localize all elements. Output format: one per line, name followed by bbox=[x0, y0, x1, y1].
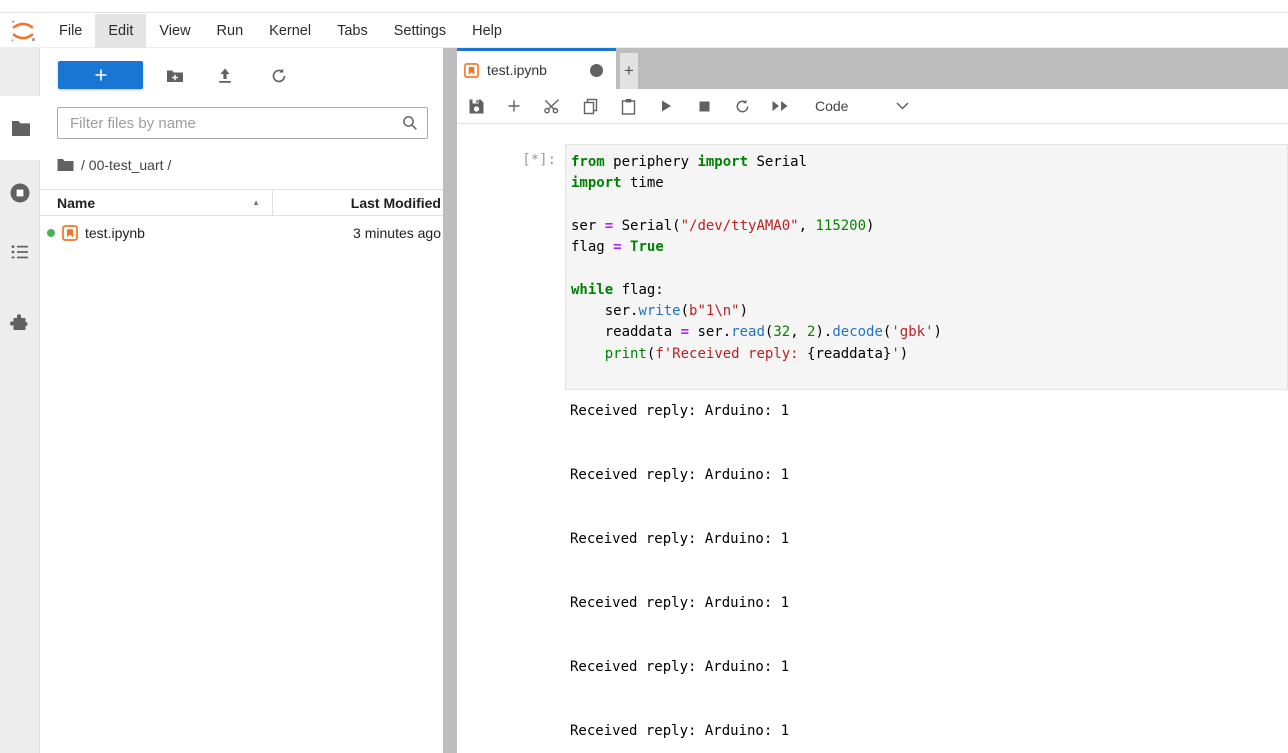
unsaved-changes-dot[interactable] bbox=[590, 64, 603, 77]
sidebar-tab-file-browser[interactable] bbox=[0, 96, 41, 160]
code-cell: [*]: from periphery import Serialimport … bbox=[457, 144, 1288, 390]
cut-cells-button[interactable] bbox=[533, 89, 571, 123]
menu-item-tabs[interactable]: Tabs bbox=[324, 14, 381, 48]
new-folder-button[interactable] bbox=[162, 63, 188, 89]
code-line bbox=[571, 258, 1283, 279]
cell-execution-prompt: [*]: bbox=[457, 144, 565, 390]
refresh-button[interactable] bbox=[266, 63, 292, 89]
cell-type-dropdown[interactable]: Code bbox=[815, 98, 909, 114]
upload-button[interactable] bbox=[212, 63, 238, 89]
insert-cell-button[interactable] bbox=[495, 89, 533, 123]
new-tab-button[interactable]: + bbox=[620, 53, 638, 89]
chevron-down-icon bbox=[896, 102, 909, 110]
save-button[interactable] bbox=[457, 89, 495, 123]
jupyterlab-window: FileEditViewRunKernelTabsSettingsHelp bbox=[0, 0, 1288, 753]
menu-item-view[interactable]: View bbox=[146, 14, 203, 48]
restart-run-all-button[interactable] bbox=[761, 89, 799, 123]
tab-test-ipynb[interactable]: test.ipynb bbox=[457, 48, 616, 89]
notebook-content: [*]: from periphery import Serialimport … bbox=[457, 124, 1288, 753]
file-browser-panel: / 00-test_uart / Name ▲ Last Modified te… bbox=[40, 48, 443, 753]
sidebar-tab-extension-manager[interactable] bbox=[0, 303, 40, 343]
cell-outputs: Received reply: Arduino: 1Received reply… bbox=[570, 401, 1288, 753]
sidebar-tab-running-kernels[interactable] bbox=[0, 173, 40, 213]
search-icon bbox=[401, 114, 419, 132]
notebook-file-icon bbox=[62, 225, 78, 241]
code-line: from periphery import Serial bbox=[571, 152, 1283, 173]
menu-bar: FileEditViewRunKernelTabsSettingsHelp bbox=[0, 14, 1288, 48]
home-folder-icon[interactable] bbox=[57, 158, 74, 172]
file-listing: test.ipynb3 minutes ago bbox=[40, 216, 443, 249]
code-line: while flag: bbox=[571, 280, 1283, 301]
code-line: print(f'Received reply: {readdata}') bbox=[571, 344, 1283, 365]
folder-icon bbox=[11, 120, 31, 137]
notebook-file-icon bbox=[464, 63, 479, 78]
stop-circle-icon bbox=[9, 182, 31, 204]
menu-item-help[interactable]: Help bbox=[459, 14, 515, 48]
code-line: import time bbox=[571, 173, 1283, 194]
browser-clipped-strip bbox=[0, 0, 1288, 13]
file-row[interactable]: test.ipynb3 minutes ago bbox=[40, 216, 443, 249]
menu-item-kernel[interactable]: Kernel bbox=[256, 14, 324, 48]
code-line bbox=[571, 195, 1283, 216]
file-list-header: Name ▲ Last Modified bbox=[40, 189, 443, 216]
sidebar-tab-table-of-contents[interactable] bbox=[0, 232, 40, 272]
stream-output-line: Received reply: Arduino: 1 bbox=[570, 593, 1288, 657]
activity-sidebar bbox=[0, 48, 40, 753]
file-name: test.ipynb bbox=[85, 225, 145, 241]
stream-output-line: Received reply: Arduino: 1 bbox=[570, 465, 1288, 529]
breadcrumb[interactable]: / 00-test_uart / bbox=[57, 155, 171, 175]
dock-tab-bar: test.ipynb + bbox=[457, 48, 1288, 89]
new-launcher-button[interactable] bbox=[58, 61, 143, 89]
code-line: ser = Serial("/dev/ttyAMA0", 115200) bbox=[571, 216, 1283, 237]
menu-item-file[interactable]: File bbox=[46, 14, 95, 48]
toc-icon bbox=[10, 243, 30, 261]
paste-cells-button[interactable] bbox=[609, 89, 647, 123]
stream-output-line: Received reply: Arduino: 1 bbox=[570, 529, 1288, 593]
puzzle-icon bbox=[10, 313, 30, 333]
sort-ascending-icon: ▲ bbox=[252, 198, 260, 207]
stream-output-line: Received reply: Arduino: 1 bbox=[570, 657, 1288, 721]
cell-code-editor[interactable]: from periphery import Serialimport time … bbox=[565, 144, 1288, 390]
code-line: readdata = ser.read(32, 2).decode('gbk') bbox=[571, 322, 1283, 343]
run-cell-button[interactable] bbox=[647, 89, 685, 123]
jupyter-logo-icon bbox=[0, 14, 46, 48]
panel-splitter[interactable] bbox=[443, 48, 457, 753]
copy-cells-button[interactable] bbox=[571, 89, 609, 123]
code-line: ser.write(b"1\n") bbox=[571, 301, 1283, 322]
column-header-last-modified[interactable]: Last Modified bbox=[273, 195, 443, 211]
menu-item-edit[interactable]: Edit bbox=[95, 14, 146, 48]
column-header-name[interactable]: Name ▲ bbox=[40, 190, 273, 215]
menu-item-settings[interactable]: Settings bbox=[381, 14, 459, 48]
restart-kernel-button[interactable] bbox=[723, 89, 761, 123]
stream-output-line: Received reply: Arduino: 1 bbox=[570, 401, 1288, 465]
breadcrumb-path: / 00-test_uart / bbox=[81, 157, 171, 173]
tab-title: test.ipynb bbox=[487, 62, 547, 78]
interrupt-kernel-button[interactable] bbox=[685, 89, 723, 123]
filter-files-input[interactable] bbox=[57, 107, 428, 139]
stream-output-line: Received reply: Arduino: 1 bbox=[570, 721, 1288, 753]
kernel-running-dot bbox=[47, 229, 55, 237]
menu-item-run[interactable]: Run bbox=[204, 14, 257, 48]
notebook-toolbar: Code bbox=[457, 89, 1288, 124]
code-line: flag = True bbox=[571, 237, 1283, 258]
main-dock-panel: test.ipynb + bbox=[457, 48, 1288, 753]
file-last-modified: 3 minutes ago bbox=[145, 225, 443, 241]
